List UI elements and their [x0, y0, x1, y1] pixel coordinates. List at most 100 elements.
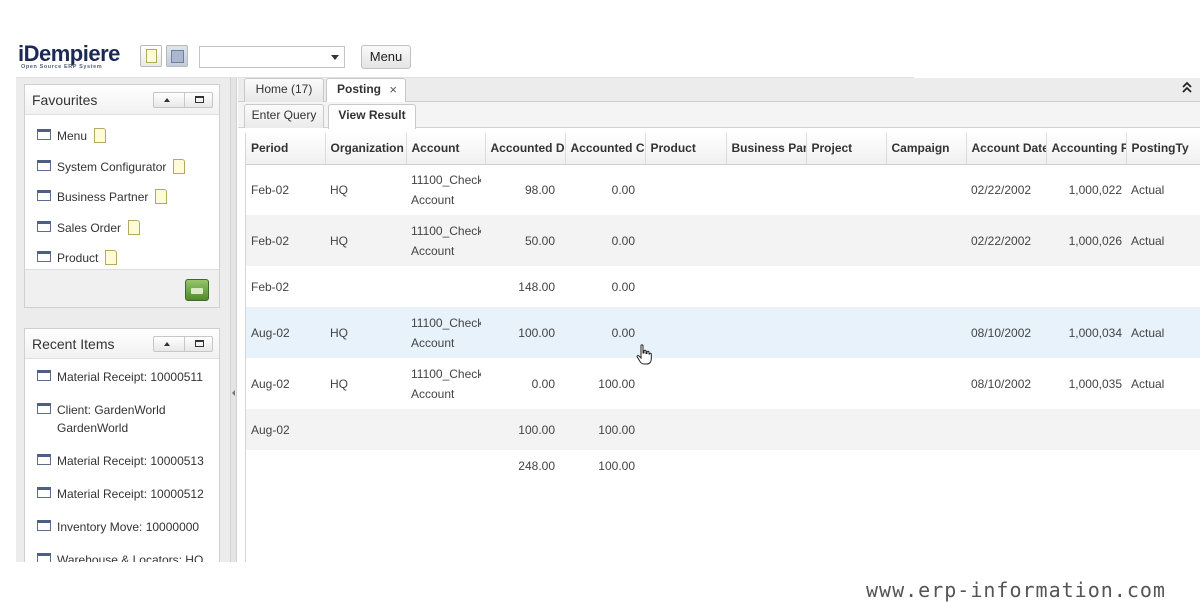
cell-debit: 98.00	[524, 182, 555, 197]
divider	[184, 93, 185, 107]
table-row-selected[interactable]: Aug-02 HQ 11100_Check Account 100.00 0.00…	[246, 307, 1200, 358]
chevron-down-icon[interactable]	[331, 55, 339, 60]
save-button[interactable]	[166, 45, 188, 67]
account-line: 11100_Check	[411, 366, 481, 381]
menu-search-combo[interactable]	[199, 46, 345, 68]
recent-item[interactable]: Inventory Move: 10000000	[25, 511, 219, 544]
column-header[interactable]: Organization	[325, 133, 407, 165]
cell-project	[806, 358, 886, 409]
cell-campaign	[886, 358, 966, 409]
column-header[interactable]: Project	[806, 133, 887, 165]
maximize-icon[interactable]	[195, 340, 204, 347]
result-grid: Period Organization Account Accounted D …	[245, 133, 1200, 562]
cell-project	[806, 215, 886, 266]
cell-accounting-fact	[1046, 266, 1126, 307]
account-line: 11100_Check	[411, 315, 481, 330]
column-header[interactable]: Campaign	[886, 133, 967, 165]
column-header[interactable]: Accounting F	[1046, 133, 1127, 165]
cell-product	[645, 307, 726, 358]
table-row-total[interactable]: 248.00 100.00	[246, 450, 1200, 481]
recent-item[interactable]: Warehouse & Locators: HQ HQ Warehouse	[25, 544, 219, 562]
cell-account	[406, 266, 485, 307]
collapse-icon[interactable]	[164, 342, 170, 346]
note-icon[interactable]	[105, 250, 118, 266]
favourite-label: Menu	[57, 129, 88, 143]
column-header[interactable]: PostingTy	[1126, 133, 1200, 165]
cell-account-date: 08/10/2002	[966, 307, 1046, 358]
cell-campaign	[886, 215, 966, 266]
cell-debit: 100.00	[485, 409, 565, 450]
maximize-icon[interactable]	[195, 96, 204, 103]
note-icon[interactable]	[173, 158, 186, 174]
favourites-panel-controls	[153, 92, 213, 108]
account-line: 11100_Check	[411, 223, 481, 238]
cell-credit: 0.00	[565, 215, 645, 266]
new-document-button[interactable]	[140, 45, 162, 67]
cell-organization	[325, 266, 406, 307]
table-row[interactable]: Aug-02 HQ 11100_Check Account 0.00 100.00…	[246, 358, 1200, 409]
table-row[interactable]: Feb-02 HQ 11100_Check Account 98.00 0.00 …	[246, 164, 1200, 215]
window-icon	[37, 454, 51, 465]
recent-item[interactable]: Material Receipt: 10000511	[25, 361, 219, 394]
column-header[interactable]: Accounted C	[565, 133, 646, 165]
column-header[interactable]: Product	[645, 133, 727, 165]
tab-posting-label: Posting	[337, 82, 381, 96]
favourites-footer	[25, 269, 219, 307]
cell-period	[246, 450, 325, 481]
sidebar-splitter[interactable]	[230, 78, 237, 562]
cell-posting-type: Actual	[1126, 307, 1200, 358]
window-icon	[37, 220, 51, 232]
account-line: Account	[411, 243, 455, 258]
column-header[interactable]: Account	[406, 133, 486, 165]
favourite-item-system-configurator[interactable]: System Configurator	[25, 150, 219, 181]
tab-home[interactable]: Home (17)	[244, 78, 324, 102]
recent-item-label: Material Receipt: 10000513	[57, 454, 204, 468]
note-icon[interactable]	[128, 219, 141, 235]
recent-item[interactable]: Client: GardenWorld GardenWorld	[25, 394, 219, 445]
cell-project	[806, 164, 886, 215]
tab-enter-query[interactable]: Enter Query	[244, 104, 324, 128]
window-tabs: Home (17) Posting ×	[238, 78, 1200, 103]
collapse-up-icon[interactable]	[1180, 80, 1194, 96]
document-icon	[146, 49, 157, 63]
double-chevron-up-icon	[1182, 81, 1192, 93]
column-header[interactable]: Accounted D	[485, 133, 566, 165]
window-icon	[37, 520, 51, 531]
cell-product	[645, 358, 726, 409]
cell-product	[645, 215, 726, 266]
cell-campaign	[886, 266, 966, 307]
table-row-subtotal[interactable]: Aug-02 100.00 100.00	[246, 409, 1200, 450]
close-icon[interactable]: ×	[389, 80, 397, 100]
cell-account: 11100_Check Account	[406, 215, 485, 266]
window-icon	[37, 159, 51, 171]
tab-view-result[interactable]: View Result	[328, 104, 416, 129]
table-row[interactable]: Feb-02 HQ 11100_Check Account 50.00 0.00 …	[246, 215, 1200, 266]
recent-item[interactable]: Material Receipt: 10000513	[25, 445, 219, 478]
cell-posting-type	[1126, 409, 1200, 450]
cell-business-partner	[726, 164, 806, 215]
favourite-item-product[interactable]: Product	[25, 241, 219, 272]
add-favourite-icon[interactable]	[185, 279, 209, 301]
note-icon[interactable]	[94, 128, 107, 143]
recent-item[interactable]: Material Receipt: 10000512	[25, 478, 219, 511]
cell-credit: 0.00	[611, 279, 635, 294]
favourite-item-business-partner[interactable]: Business Partner	[25, 180, 219, 211]
tab-posting[interactable]: Posting ×	[326, 78, 406, 103]
top-toolbar: iDempiere Open Source ERP System Menu	[16, 38, 914, 78]
favourite-item-menu[interactable]: Menu	[25, 119, 219, 150]
chevron-left-icon[interactable]	[232, 390, 235, 396]
menu-button[interactable]: Menu	[361, 45, 411, 69]
cell-campaign	[886, 450, 966, 481]
app-logo[interactable]: iDempiere Open Source ERP System	[18, 43, 130, 71]
favourite-label: Sales Order	[57, 220, 122, 235]
favourite-item-sales-order[interactable]: Sales Order	[25, 211, 219, 242]
note-icon[interactable]	[155, 189, 168, 205]
favourites-list: Menu System Configurator Business Partne…	[25, 115, 219, 272]
column-header[interactable]: Account Date	[966, 133, 1047, 165]
collapse-icon[interactable]	[164, 98, 170, 102]
cell-product	[645, 409, 726, 450]
table-row-subtotal[interactable]: Feb-02 148.00 0.00	[246, 266, 1200, 307]
column-header[interactable]: Business Par	[726, 133, 807, 165]
column-header[interactable]: Period	[246, 133, 326, 165]
favourites-title: Favourites	[32, 92, 98, 108]
